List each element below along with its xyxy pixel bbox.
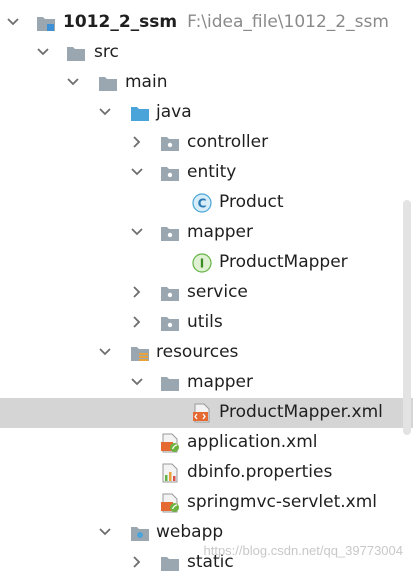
node-label: application.xml	[187, 432, 318, 452]
node-label: controller	[187, 132, 269, 152]
tree-row-src[interactable]: src	[0, 38, 413, 68]
class-icon: C	[192, 193, 212, 213]
chevron-down-icon[interactable]	[98, 525, 112, 539]
node-label: dbinfo.properties	[187, 462, 333, 482]
interface-icon: I	[192, 253, 212, 273]
chevron-right-icon[interactable]	[130, 315, 144, 329]
tree-row-application-xml[interactable]: application.xml	[0, 428, 413, 458]
root-label: 1012_2_ssm F:\idea_file\1012_2_ssm	[63, 12, 389, 32]
class-badge-letter: C	[198, 197, 207, 211]
node-label: Product	[219, 192, 284, 212]
package-icon	[161, 317, 179, 331]
node-label: src	[94, 42, 119, 62]
package-icon	[161, 167, 179, 181]
tree-row-controller[interactable]: controller	[0, 128, 413, 158]
chevron-right-icon[interactable]	[130, 555, 144, 569]
package-icon	[161, 137, 179, 151]
node-label: entity	[187, 162, 237, 182]
package-icon	[161, 227, 179, 241]
node-label: springmvc-servlet.xml	[187, 492, 377, 512]
tree-row-java[interactable]: java	[0, 98, 413, 128]
chevron-down-icon[interactable]	[98, 345, 112, 359]
chevron-right-icon[interactable]	[130, 285, 144, 299]
tree-row-main[interactable]: main	[0, 68, 413, 98]
node-label: java	[156, 102, 192, 122]
node-label: service	[187, 282, 248, 302]
spring-xml-file-icon	[161, 493, 179, 513]
tree-row-mapper-package[interactable]: mapper	[0, 218, 413, 248]
chevron-down-icon[interactable]	[130, 225, 144, 239]
tree-row-productmapper-xml[interactable]: ProductMapper.xml	[0, 398, 413, 428]
folder-icon	[99, 77, 117, 91]
tree-row-dbinfo-properties[interactable]: dbinfo.properties	[0, 458, 413, 488]
vertical-scrollbar[interactable]	[403, 200, 411, 435]
node-label: mapper	[187, 222, 254, 242]
folder-icon	[161, 557, 179, 571]
node-label: utils	[187, 312, 223, 332]
package-icon	[161, 287, 179, 301]
xml-file-icon	[193, 403, 210, 423]
tree-row-mapper-folder[interactable]: mapper	[0, 368, 413, 398]
watermark: https://blog.csdn.net/qq_39773004	[203, 543, 404, 558]
tree-row-springmvc-servlet-xml[interactable]: springmvc-servlet.xml	[0, 488, 413, 518]
tree-row-resources[interactable]: resources	[0, 338, 413, 368]
chevron-down-icon[interactable]	[36, 45, 50, 59]
node-label: mapper	[187, 372, 254, 392]
web-folder-icon	[131, 527, 149, 541]
tree-row-root[interactable]: 1012_2_ssm F:\idea_file\1012_2_ssm	[0, 8, 413, 38]
spring-xml-file-icon	[161, 433, 179, 453]
node-label: ProductMapper.xml	[219, 402, 383, 422]
chevron-down-icon[interactable]	[130, 375, 144, 389]
root-path: F:\idea_file\1012_2_ssm	[187, 12, 389, 32]
tree-row-product[interactable]: C Product	[0, 188, 413, 218]
chevron-down-icon[interactable]	[130, 165, 144, 179]
interface-badge-letter: I	[200, 257, 204, 271]
chevron-right-icon[interactable]	[130, 135, 144, 149]
chevron-down-icon[interactable]	[6, 15, 20, 29]
chevron-down-icon[interactable]	[98, 105, 112, 119]
chevron-down-icon[interactable]	[66, 75, 80, 89]
resources-folder-icon	[131, 347, 149, 361]
tree-row-service[interactable]: service	[0, 278, 413, 308]
module-folder-icon	[37, 17, 55, 31]
tree-row-entity[interactable]: entity	[0, 158, 413, 188]
folder-icon	[67, 47, 85, 61]
source-folder-icon	[131, 107, 149, 121]
tree-row-utils[interactable]: utils	[0, 308, 413, 338]
node-label: ProductMapper	[219, 252, 348, 272]
node-label: main	[125, 72, 168, 92]
tree-row-productmapper[interactable]: I ProductMapper	[0, 248, 413, 278]
folder-icon	[161, 377, 179, 391]
properties-file-icon	[162, 463, 178, 483]
project-tree: 1012_2_ssm F:\idea_file\1012_2_ssm src ma…	[0, 0, 413, 576]
node-label: webapp	[156, 522, 224, 542]
node-label: resources	[156, 342, 239, 362]
